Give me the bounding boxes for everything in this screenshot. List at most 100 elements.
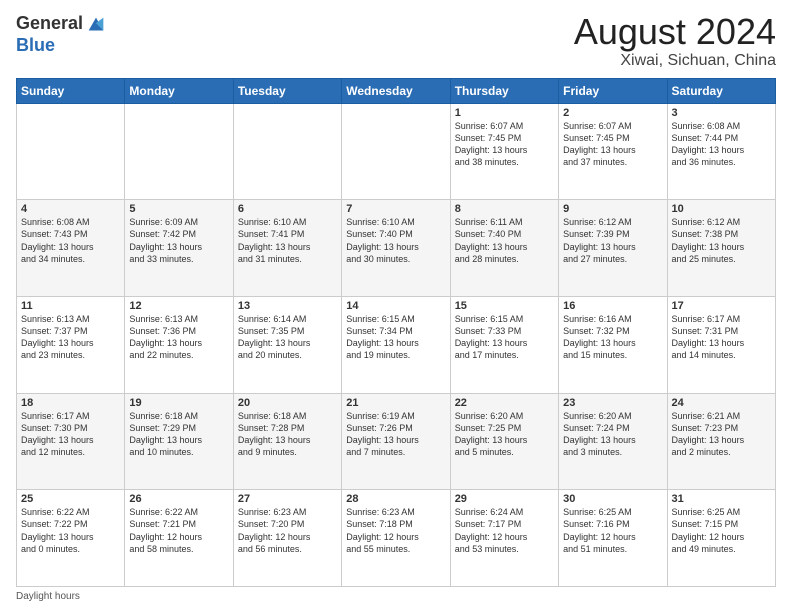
day-info: Sunrise: 6:17 AMSunset: 7:30 PMDaylight:…	[21, 410, 120, 459]
day-number: 28	[346, 493, 445, 505]
day-number: 23	[563, 397, 662, 409]
day-info: Sunrise: 6:25 AMSunset: 7:15 PMDaylight:…	[672, 506, 771, 555]
title-area: August 2024 Xiwai, Sichuan, China	[574, 12, 776, 70]
week-row-4: 18Sunrise: 6:17 AMSunset: 7:30 PMDayligh…	[17, 393, 776, 490]
day-number: 17	[672, 300, 771, 312]
day-info: Sunrise: 6:23 AMSunset: 7:18 PMDaylight:…	[346, 506, 445, 555]
day-number: 22	[455, 397, 554, 409]
header-row: SundayMondayTuesdayWednesdayThursdayFrid…	[17, 78, 776, 103]
day-info: Sunrise: 6:09 AMSunset: 7:42 PMDaylight:…	[129, 216, 228, 265]
day-cell: 9Sunrise: 6:12 AMSunset: 7:39 PMDaylight…	[559, 200, 667, 297]
day-info: Sunrise: 6:08 AMSunset: 7:44 PMDaylight:…	[672, 120, 771, 169]
day-info: Sunrise: 6:17 AMSunset: 7:31 PMDaylight:…	[672, 313, 771, 362]
day-cell: 27Sunrise: 6:23 AMSunset: 7:20 PMDayligh…	[233, 490, 341, 587]
day-cell: 31Sunrise: 6:25 AMSunset: 7:15 PMDayligh…	[667, 490, 775, 587]
day-info: Sunrise: 6:19 AMSunset: 7:26 PMDaylight:…	[346, 410, 445, 459]
day-cell: 22Sunrise: 6:20 AMSunset: 7:25 PMDayligh…	[450, 393, 558, 490]
col-header-friday: Friday	[559, 78, 667, 103]
day-info: Sunrise: 6:07 AMSunset: 7:45 PMDaylight:…	[455, 120, 554, 169]
day-info: Sunrise: 6:15 AMSunset: 7:33 PMDaylight:…	[455, 313, 554, 362]
day-info: Sunrise: 6:12 AMSunset: 7:39 PMDaylight:…	[563, 216, 662, 265]
logo-text: General Blue	[16, 12, 107, 56]
header: General Blue August 2024 Xiwai, Sichuan,…	[16, 12, 776, 70]
day-cell: 10Sunrise: 6:12 AMSunset: 7:38 PMDayligh…	[667, 200, 775, 297]
day-info: Sunrise: 6:08 AMSunset: 7:43 PMDaylight:…	[21, 216, 120, 265]
day-number: 2	[563, 107, 662, 119]
day-info: Sunrise: 6:15 AMSunset: 7:34 PMDaylight:…	[346, 313, 445, 362]
page: General Blue August 2024 Xiwai, Sichuan,…	[0, 0, 792, 612]
day-number: 7	[346, 203, 445, 215]
day-number: 31	[672, 493, 771, 505]
day-cell: 20Sunrise: 6:18 AMSunset: 7:28 PMDayligh…	[233, 393, 341, 490]
day-cell: 13Sunrise: 6:14 AMSunset: 7:35 PMDayligh…	[233, 296, 341, 393]
day-cell: 18Sunrise: 6:17 AMSunset: 7:30 PMDayligh…	[17, 393, 125, 490]
col-header-wednesday: Wednesday	[342, 78, 450, 103]
day-cell: 1Sunrise: 6:07 AMSunset: 7:45 PMDaylight…	[450, 103, 558, 200]
day-cell: 30Sunrise: 6:25 AMSunset: 7:16 PMDayligh…	[559, 490, 667, 587]
day-cell	[342, 103, 450, 200]
day-info: Sunrise: 6:14 AMSunset: 7:35 PMDaylight:…	[238, 313, 337, 362]
col-header-thursday: Thursday	[450, 78, 558, 103]
day-number: 5	[129, 203, 228, 215]
day-number: 8	[455, 203, 554, 215]
day-info: Sunrise: 6:24 AMSunset: 7:17 PMDaylight:…	[455, 506, 554, 555]
day-cell: 4Sunrise: 6:08 AMSunset: 7:43 PMDaylight…	[17, 200, 125, 297]
day-info: Sunrise: 6:13 AMSunset: 7:37 PMDaylight:…	[21, 313, 120, 362]
day-cell: 15Sunrise: 6:15 AMSunset: 7:33 PMDayligh…	[450, 296, 558, 393]
day-cell	[125, 103, 233, 200]
day-number: 16	[563, 300, 662, 312]
day-info: Sunrise: 6:10 AMSunset: 7:41 PMDaylight:…	[238, 216, 337, 265]
day-cell: 7Sunrise: 6:10 AMSunset: 7:40 PMDaylight…	[342, 200, 450, 297]
day-number: 18	[21, 397, 120, 409]
week-row-3: 11Sunrise: 6:13 AMSunset: 7:37 PMDayligh…	[17, 296, 776, 393]
day-cell: 17Sunrise: 6:17 AMSunset: 7:31 PMDayligh…	[667, 296, 775, 393]
day-number: 4	[21, 203, 120, 215]
day-info: Sunrise: 6:11 AMSunset: 7:40 PMDaylight:…	[455, 216, 554, 265]
day-info: Sunrise: 6:21 AMSunset: 7:23 PMDaylight:…	[672, 410, 771, 459]
day-cell: 29Sunrise: 6:24 AMSunset: 7:17 PMDayligh…	[450, 490, 558, 587]
day-number: 9	[563, 203, 662, 215]
day-cell: 3Sunrise: 6:08 AMSunset: 7:44 PMDaylight…	[667, 103, 775, 200]
day-cell: 12Sunrise: 6:13 AMSunset: 7:36 PMDayligh…	[125, 296, 233, 393]
day-cell: 6Sunrise: 6:10 AMSunset: 7:41 PMDaylight…	[233, 200, 341, 297]
footer-note: Daylight hours	[16, 591, 776, 602]
day-info: Sunrise: 6:16 AMSunset: 7:32 PMDaylight:…	[563, 313, 662, 362]
location-title: Xiwai, Sichuan, China	[574, 52, 776, 70]
day-number: 10	[672, 203, 771, 215]
day-number: 3	[672, 107, 771, 119]
day-cell: 24Sunrise: 6:21 AMSunset: 7:23 PMDayligh…	[667, 393, 775, 490]
day-info: Sunrise: 6:12 AMSunset: 7:38 PMDaylight:…	[672, 216, 771, 265]
day-info: Sunrise: 6:20 AMSunset: 7:24 PMDaylight:…	[563, 410, 662, 459]
day-cell: 21Sunrise: 6:19 AMSunset: 7:26 PMDayligh…	[342, 393, 450, 490]
day-number: 1	[455, 107, 554, 119]
day-cell: 14Sunrise: 6:15 AMSunset: 7:34 PMDayligh…	[342, 296, 450, 393]
day-number: 15	[455, 300, 554, 312]
day-info: Sunrise: 6:20 AMSunset: 7:25 PMDaylight:…	[455, 410, 554, 459]
day-number: 11	[21, 300, 120, 312]
day-info: Sunrise: 6:25 AMSunset: 7:16 PMDaylight:…	[563, 506, 662, 555]
day-number: 24	[672, 397, 771, 409]
week-row-2: 4Sunrise: 6:08 AMSunset: 7:43 PMDaylight…	[17, 200, 776, 297]
day-info: Sunrise: 6:07 AMSunset: 7:45 PMDaylight:…	[563, 120, 662, 169]
day-info: Sunrise: 6:22 AMSunset: 7:21 PMDaylight:…	[129, 506, 228, 555]
logo-icon	[85, 14, 107, 36]
month-title: August 2024	[574, 12, 776, 52]
day-number: 27	[238, 493, 337, 505]
day-number: 29	[455, 493, 554, 505]
day-number: 13	[238, 300, 337, 312]
col-header-monday: Monday	[125, 78, 233, 103]
calendar-table: SundayMondayTuesdayWednesdayThursdayFrid…	[16, 78, 776, 587]
day-cell: 23Sunrise: 6:20 AMSunset: 7:24 PMDayligh…	[559, 393, 667, 490]
col-header-tuesday: Tuesday	[233, 78, 341, 103]
day-info: Sunrise: 6:10 AMSunset: 7:40 PMDaylight:…	[346, 216, 445, 265]
day-cell: 11Sunrise: 6:13 AMSunset: 7:37 PMDayligh…	[17, 296, 125, 393]
day-number: 25	[21, 493, 120, 505]
day-cell: 5Sunrise: 6:09 AMSunset: 7:42 PMDaylight…	[125, 200, 233, 297]
week-row-5: 25Sunrise: 6:22 AMSunset: 7:22 PMDayligh…	[17, 490, 776, 587]
day-number: 6	[238, 203, 337, 215]
day-cell: 19Sunrise: 6:18 AMSunset: 7:29 PMDayligh…	[125, 393, 233, 490]
day-number: 20	[238, 397, 337, 409]
col-header-sunday: Sunday	[17, 78, 125, 103]
logo-general: General	[16, 14, 83, 34]
day-info: Sunrise: 6:23 AMSunset: 7:20 PMDaylight:…	[238, 506, 337, 555]
